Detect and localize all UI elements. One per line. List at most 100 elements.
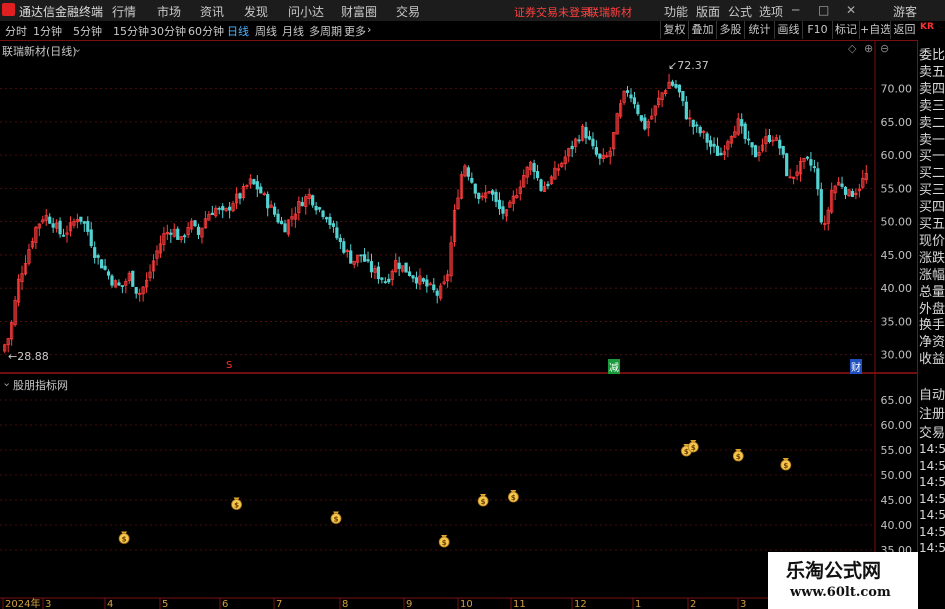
candle-body xyxy=(632,97,637,105)
money-bag-icon[interactable]: $ xyxy=(118,531,130,544)
candle-body xyxy=(743,123,747,140)
money-bag-icon[interactable]: $ xyxy=(732,449,744,462)
candle-body xyxy=(684,101,688,120)
candle-body xyxy=(625,90,630,93)
candle-body xyxy=(89,229,93,247)
money-bag-icon[interactable]: $ xyxy=(507,490,519,503)
candle-body xyxy=(134,287,138,294)
x-axis-label: 9 xyxy=(406,599,412,609)
candle-body xyxy=(490,190,495,195)
event-marker-s[interactable]: S xyxy=(226,360,232,371)
x-axis-label: 2 xyxy=(690,599,696,609)
candle-body xyxy=(349,250,353,264)
money-bag-icon[interactable]: $ xyxy=(780,458,792,471)
money-bag-icon[interactable]: $ xyxy=(477,494,489,507)
trade-time: 14:5€ xyxy=(919,541,945,555)
candle-body xyxy=(387,278,391,283)
panel-action[interactable]: 交易 xyxy=(919,422,945,441)
money-bag-label: $ xyxy=(511,494,516,502)
x-axis-label: 1 xyxy=(635,599,641,609)
candle-body xyxy=(82,221,86,224)
candle-body xyxy=(106,271,111,276)
indicator-y-tick: 60.00 xyxy=(881,419,913,432)
money-bag-icon[interactable]: $ xyxy=(438,535,450,548)
candle-body xyxy=(342,241,346,253)
candle-body xyxy=(58,220,62,235)
candle-body xyxy=(217,207,221,210)
low-price-label: ←28.88 xyxy=(8,350,49,363)
candle-body xyxy=(670,81,675,86)
indicator-y-tick: 55.00 xyxy=(881,444,913,457)
money-bag-icon[interactable]: $ xyxy=(330,511,342,524)
candle-body xyxy=(494,191,498,202)
candle-body xyxy=(584,127,588,139)
candle-body xyxy=(314,205,318,211)
candle-body xyxy=(712,143,716,147)
candle-body xyxy=(594,147,598,155)
candle-body xyxy=(695,124,699,127)
x-axis-label: 7 xyxy=(276,599,282,609)
money-bag-label: $ xyxy=(684,448,689,456)
candle-body xyxy=(380,277,384,280)
x-axis: 2024年 3 4 5 6 7 8 9 10 11 12 1 2 3 xyxy=(2,597,746,609)
x-axis-label: 10 xyxy=(460,599,473,609)
candle-body xyxy=(276,213,280,223)
candle-body xyxy=(781,146,785,155)
candle-body xyxy=(677,84,682,93)
candle-body xyxy=(359,254,363,257)
candle-body xyxy=(283,223,287,233)
candle-body xyxy=(397,262,401,269)
candle-body xyxy=(698,126,702,134)
candle-body xyxy=(850,190,855,197)
candle-body xyxy=(221,206,225,211)
candle-body xyxy=(750,142,754,148)
panel-action[interactable]: 自动 xyxy=(919,384,945,403)
candle-body xyxy=(546,183,550,187)
x-axis-label: 4 xyxy=(107,599,113,609)
candle-body xyxy=(674,84,678,88)
candle-body xyxy=(255,181,259,190)
candle-body xyxy=(407,271,412,276)
candle-body xyxy=(778,139,782,149)
x-axis-label: 11 xyxy=(513,599,526,609)
candle-body xyxy=(79,216,83,222)
event-marker-reduce[interactable]: 减 xyxy=(608,359,620,374)
money-bag-label: $ xyxy=(234,502,239,510)
candle-body xyxy=(317,207,322,210)
candle-body xyxy=(753,145,758,158)
candle-body xyxy=(532,163,536,172)
watermark-title: 乐淘公式网 xyxy=(786,560,882,582)
candle-body xyxy=(535,171,540,179)
candle-body xyxy=(238,193,242,199)
money-bag-icon[interactable]: $ xyxy=(687,440,699,453)
candle-body xyxy=(131,270,135,287)
trade-time: 14:5€ xyxy=(919,491,945,506)
candle-body xyxy=(362,254,367,262)
panel-action[interactable]: 注册 xyxy=(919,403,945,422)
money-bag-icon[interactable]: $ xyxy=(231,497,242,510)
main-y-tick: 40.00 xyxy=(881,282,913,295)
candle-body xyxy=(176,228,180,240)
candle-body xyxy=(100,259,104,269)
x-axis-label: 5 xyxy=(162,599,168,609)
chart-area[interactable]: 30.00 35.00 40.00 45.00 50.00 55.00 60.00 65.00… xyxy=(0,0,917,609)
money-bag-label: $ xyxy=(691,444,696,452)
main-y-tick: 30.00 xyxy=(881,349,913,362)
indicator-grid xyxy=(0,399,875,551)
candle-body xyxy=(425,279,429,287)
main-y-tick: 65.00 xyxy=(881,116,913,129)
main-chart-y-axis: 30.00 35.00 40.00 45.00 50.00 55.00 60.00 65.00… xyxy=(881,83,913,362)
candle-body xyxy=(629,94,633,99)
candle-body xyxy=(470,178,474,183)
candle-body xyxy=(591,138,595,147)
event-marker-finance[interactable]: 财 xyxy=(850,359,862,374)
candle-body xyxy=(252,179,256,185)
candle-body xyxy=(636,104,640,115)
main-y-tick: 50.00 xyxy=(881,216,913,229)
candle-body xyxy=(48,216,52,224)
candle-body xyxy=(539,179,543,191)
candle-body xyxy=(228,206,232,211)
trade-time: 14:5€ xyxy=(919,508,945,522)
candle-body xyxy=(819,189,823,223)
candle-body xyxy=(767,134,771,143)
